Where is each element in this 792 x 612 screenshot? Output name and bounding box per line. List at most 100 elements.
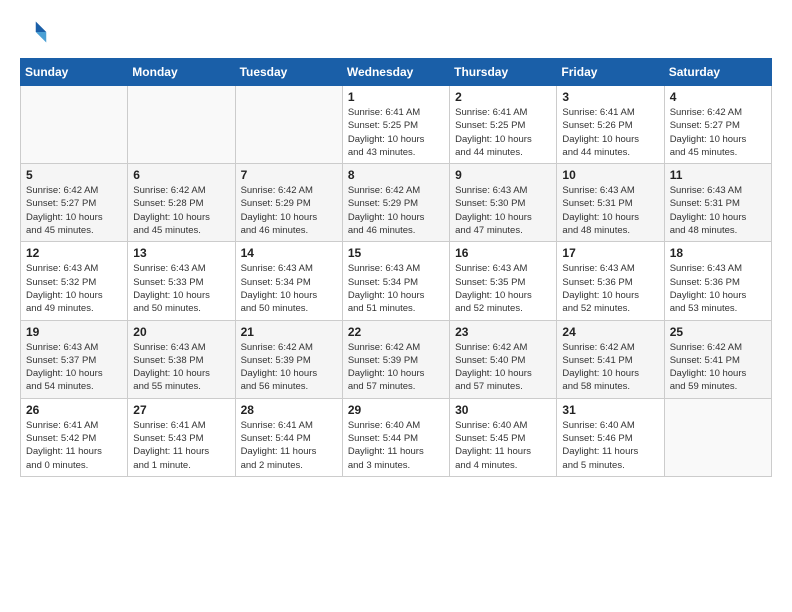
calendar-cell: 13 Sunrise: 6:43 AM Sunset: 5:33 PM Dayli… bbox=[128, 242, 235, 320]
calendar-week-row: 19 Sunrise: 6:43 AM Sunset: 5:37 PM Dayli… bbox=[21, 320, 772, 398]
calendar-cell: 9 Sunrise: 6:43 AM Sunset: 5:30 PM Daylig… bbox=[450, 164, 557, 242]
weekday-header: Sunday bbox=[21, 59, 128, 86]
calendar-cell: 28 Sunrise: 6:41 AM Sunset: 5:44 PM Dayli… bbox=[235, 398, 342, 476]
weekday-header-row: SundayMondayTuesdayWednesdayThursdayFrid… bbox=[21, 59, 772, 86]
cell-info: Sunrise: 6:42 AM Sunset: 5:41 PM Dayligh… bbox=[670, 341, 766, 394]
logo-icon bbox=[20, 18, 48, 46]
day-number: 14 bbox=[241, 246, 337, 260]
calendar-week-row: 1 Sunrise: 6:41 AM Sunset: 5:25 PM Daylig… bbox=[21, 86, 772, 164]
calendar-cell: 26 Sunrise: 6:41 AM Sunset: 5:42 PM Dayli… bbox=[21, 398, 128, 476]
calendar-cell bbox=[235, 86, 342, 164]
calendar-cell: 7 Sunrise: 6:42 AM Sunset: 5:29 PM Daylig… bbox=[235, 164, 342, 242]
calendar-cell: 16 Sunrise: 6:43 AM Sunset: 5:35 PM Dayli… bbox=[450, 242, 557, 320]
cell-info: Sunrise: 6:42 AM Sunset: 5:40 PM Dayligh… bbox=[455, 341, 551, 394]
cell-info: Sunrise: 6:42 AM Sunset: 5:27 PM Dayligh… bbox=[670, 106, 766, 159]
cell-info: Sunrise: 6:43 AM Sunset: 5:32 PM Dayligh… bbox=[26, 262, 122, 315]
cell-info: Sunrise: 6:42 AM Sunset: 5:29 PM Dayligh… bbox=[241, 184, 337, 237]
calendar-cell: 23 Sunrise: 6:42 AM Sunset: 5:40 PM Dayli… bbox=[450, 320, 557, 398]
calendar-cell: 31 Sunrise: 6:40 AM Sunset: 5:46 PM Dayli… bbox=[557, 398, 664, 476]
day-number: 1 bbox=[348, 90, 444, 104]
calendar-cell: 14 Sunrise: 6:43 AM Sunset: 5:34 PM Dayli… bbox=[235, 242, 342, 320]
day-number: 10 bbox=[562, 168, 658, 182]
day-number: 23 bbox=[455, 325, 551, 339]
cell-info: Sunrise: 6:43 AM Sunset: 5:30 PM Dayligh… bbox=[455, 184, 551, 237]
day-number: 15 bbox=[348, 246, 444, 260]
cell-info: Sunrise: 6:43 AM Sunset: 5:34 PM Dayligh… bbox=[348, 262, 444, 315]
calendar-cell bbox=[664, 398, 771, 476]
calendar-cell: 8 Sunrise: 6:42 AM Sunset: 5:29 PM Daylig… bbox=[342, 164, 449, 242]
calendar-cell: 17 Sunrise: 6:43 AM Sunset: 5:36 PM Dayli… bbox=[557, 242, 664, 320]
day-number: 21 bbox=[241, 325, 337, 339]
cell-info: Sunrise: 6:43 AM Sunset: 5:37 PM Dayligh… bbox=[26, 341, 122, 394]
day-number: 9 bbox=[455, 168, 551, 182]
calendar-cell: 18Sunrise: 6:43 AM Sunset: 5:36 PM Dayli… bbox=[664, 242, 771, 320]
calendar-cell: 5 Sunrise: 6:42 AM Sunset: 5:27 PM Daylig… bbox=[21, 164, 128, 242]
cell-info: Sunrise: 6:42 AM Sunset: 5:28 PM Dayligh… bbox=[133, 184, 229, 237]
day-number: 7 bbox=[241, 168, 337, 182]
day-number: 20 bbox=[133, 325, 229, 339]
day-number: 2 bbox=[455, 90, 551, 104]
day-number: 19 bbox=[26, 325, 122, 339]
calendar-cell: 3Sunrise: 6:41 AM Sunset: 5:26 PM Daylig… bbox=[557, 86, 664, 164]
calendar-cell: 11Sunrise: 6:43 AM Sunset: 5:31 PM Dayli… bbox=[664, 164, 771, 242]
calendar-cell: 1 Sunrise: 6:41 AM Sunset: 5:25 PM Daylig… bbox=[342, 86, 449, 164]
cell-info: Sunrise: 6:41 AM Sunset: 5:44 PM Dayligh… bbox=[241, 419, 337, 472]
cell-info: Sunrise: 6:41 AM Sunset: 5:25 PM Dayligh… bbox=[348, 106, 444, 159]
cell-info: Sunrise: 6:43 AM Sunset: 5:33 PM Dayligh… bbox=[133, 262, 229, 315]
calendar-cell: 29 Sunrise: 6:40 AM Sunset: 5:44 PM Dayli… bbox=[342, 398, 449, 476]
cell-info: Sunrise: 6:42 AM Sunset: 5:41 PM Dayligh… bbox=[562, 341, 658, 394]
day-number: 16 bbox=[455, 246, 551, 260]
calendar-cell: 30Sunrise: 6:40 AM Sunset: 5:45 PM Dayli… bbox=[450, 398, 557, 476]
cell-info: Sunrise: 6:43 AM Sunset: 5:36 PM Dayligh… bbox=[562, 262, 658, 315]
calendar-cell: 4 Sunrise: 6:42 AM Sunset: 5:27 PM Daylig… bbox=[664, 86, 771, 164]
day-number: 17 bbox=[562, 246, 658, 260]
day-number: 25 bbox=[670, 325, 766, 339]
calendar-week-row: 12 Sunrise: 6:43 AM Sunset: 5:32 PM Dayli… bbox=[21, 242, 772, 320]
calendar-cell: 27Sunrise: 6:41 AM Sunset: 5:43 PM Dayli… bbox=[128, 398, 235, 476]
day-number: 4 bbox=[670, 90, 766, 104]
day-number: 18 bbox=[670, 246, 766, 260]
cell-info: Sunrise: 6:42 AM Sunset: 5:39 PM Dayligh… bbox=[348, 341, 444, 394]
calendar-cell: 6 Sunrise: 6:42 AM Sunset: 5:28 PM Daylig… bbox=[128, 164, 235, 242]
day-number: 29 bbox=[348, 403, 444, 417]
weekday-header: Saturday bbox=[664, 59, 771, 86]
weekday-header: Wednesday bbox=[342, 59, 449, 86]
cell-info: Sunrise: 6:42 AM Sunset: 5:27 PM Dayligh… bbox=[26, 184, 122, 237]
cell-info: Sunrise: 6:43 AM Sunset: 5:35 PM Dayligh… bbox=[455, 262, 551, 315]
calendar-container: SundayMondayTuesdayWednesdayThursdayFrid… bbox=[0, 0, 792, 487]
weekday-header: Tuesday bbox=[235, 59, 342, 86]
day-number: 30 bbox=[455, 403, 551, 417]
calendar-cell bbox=[21, 86, 128, 164]
calendar-cell: 21Sunrise: 6:42 AM Sunset: 5:39 PM Dayli… bbox=[235, 320, 342, 398]
day-number: 28 bbox=[241, 403, 337, 417]
logo bbox=[20, 18, 52, 46]
cell-info: Sunrise: 6:41 AM Sunset: 5:43 PM Dayligh… bbox=[133, 419, 229, 472]
day-number: 13 bbox=[133, 246, 229, 260]
calendar-cell: 19 Sunrise: 6:43 AM Sunset: 5:37 PM Dayli… bbox=[21, 320, 128, 398]
calendar-cell: 24 Sunrise: 6:42 AM Sunset: 5:41 PM Dayli… bbox=[557, 320, 664, 398]
calendar-cell: 15 Sunrise: 6:43 AM Sunset: 5:34 PM Dayli… bbox=[342, 242, 449, 320]
day-number: 26 bbox=[26, 403, 122, 417]
day-number: 24 bbox=[562, 325, 658, 339]
day-number: 31 bbox=[562, 403, 658, 417]
cell-info: Sunrise: 6:43 AM Sunset: 5:34 PM Dayligh… bbox=[241, 262, 337, 315]
cell-info: Sunrise: 6:40 AM Sunset: 5:44 PM Dayligh… bbox=[348, 419, 444, 472]
day-number: 6 bbox=[133, 168, 229, 182]
calendar-cell: 10Sunrise: 6:43 AM Sunset: 5:31 PM Dayli… bbox=[557, 164, 664, 242]
calendar-cell: 25 Sunrise: 6:42 AM Sunset: 5:41 PM Dayli… bbox=[664, 320, 771, 398]
calendar-week-row: 26 Sunrise: 6:41 AM Sunset: 5:42 PM Dayli… bbox=[21, 398, 772, 476]
cell-info: Sunrise: 6:41 AM Sunset: 5:42 PM Dayligh… bbox=[26, 419, 122, 472]
calendar-cell: 22Sunrise: 6:42 AM Sunset: 5:39 PM Dayli… bbox=[342, 320, 449, 398]
calendar-table: SundayMondayTuesdayWednesdayThursdayFrid… bbox=[20, 58, 772, 477]
calendar-week-row: 5 Sunrise: 6:42 AM Sunset: 5:27 PM Daylig… bbox=[21, 164, 772, 242]
day-number: 12 bbox=[26, 246, 122, 260]
calendar-cell bbox=[128, 86, 235, 164]
calendar-cell: 12 Sunrise: 6:43 AM Sunset: 5:32 PM Dayli… bbox=[21, 242, 128, 320]
day-number: 8 bbox=[348, 168, 444, 182]
weekday-header: Thursday bbox=[450, 59, 557, 86]
cell-info: Sunrise: 6:42 AM Sunset: 5:29 PM Dayligh… bbox=[348, 184, 444, 237]
cell-info: Sunrise: 6:41 AM Sunset: 5:26 PM Dayligh… bbox=[562, 106, 658, 159]
cell-info: Sunrise: 6:43 AM Sunset: 5:31 PM Dayligh… bbox=[670, 184, 766, 237]
day-number: 5 bbox=[26, 168, 122, 182]
cell-info: Sunrise: 6:40 AM Sunset: 5:46 PM Dayligh… bbox=[562, 419, 658, 472]
